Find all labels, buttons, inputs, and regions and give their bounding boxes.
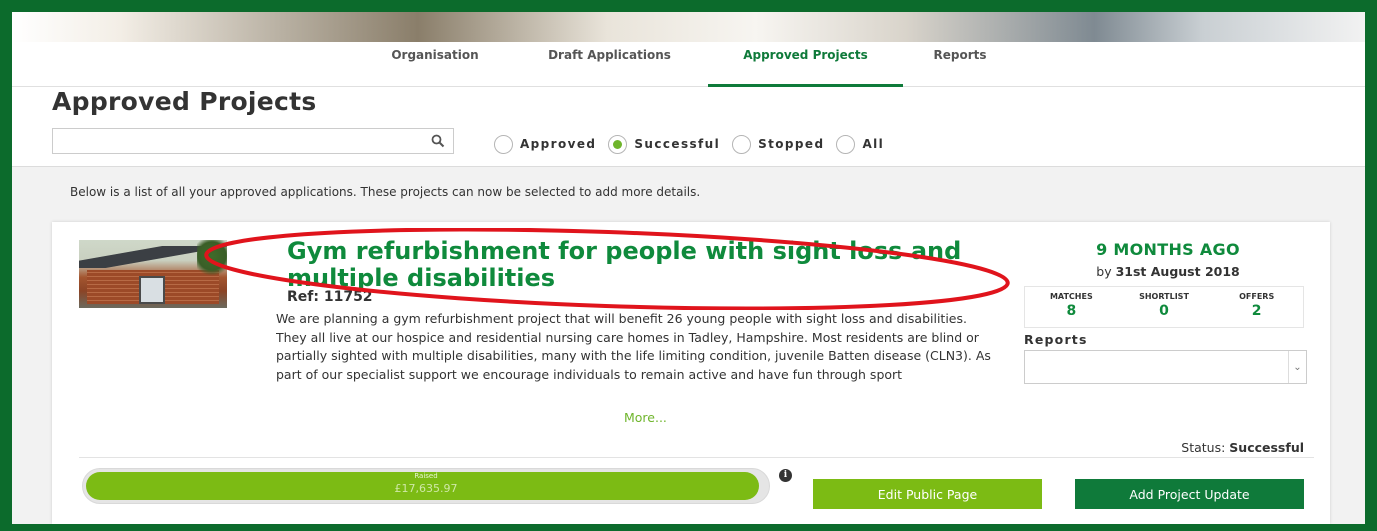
stat-label: MATCHES [1049, 292, 1093, 301]
deadline-date: 31st August 2018 [1115, 264, 1240, 279]
radio-circle[interactable] [494, 134, 513, 154]
raised-progress-bar: Raised £17,635.97 [82, 468, 770, 504]
stat-label: SHORTLIST [1139, 292, 1189, 301]
search-icon[interactable] [431, 134, 445, 148]
filter-approved[interactable]: Approved [494, 134, 597, 154]
tab-reports[interactable]: Reports [920, 42, 1000, 87]
filter-stopped[interactable]: Stopped [732, 134, 825, 154]
filter-label: Stopped [758, 137, 825, 151]
status-value: Successful [1229, 440, 1304, 455]
stats-box: MATCHES 8 SHORTLIST 0 OFFERS 2 [1024, 286, 1304, 328]
project-ref: Ref: 11752 [287, 289, 373, 305]
tab-draft-applications[interactable]: Draft Applications [532, 42, 687, 87]
deadline: by 31st August 2018 [1022, 264, 1314, 279]
app-window: Organisation Draft Applications Approved… [12, 12, 1365, 524]
time-ago: 9 MONTHS AGO [1096, 240, 1240, 259]
search-input[interactable] [52, 128, 454, 154]
tab-approved-projects[interactable]: Approved Projects [708, 42, 903, 87]
add-project-update-button[interactable]: Add Project Update [1075, 479, 1304, 509]
project-card: Gym refurbishment for people with sight … [52, 222, 1330, 524]
filter-all[interactable]: All [836, 134, 885, 154]
reports-label: Reports [1024, 332, 1088, 347]
stat-value: 2 [1251, 303, 1262, 319]
stat-offers[interactable]: OFFERS 2 [1210, 287, 1303, 327]
edit-public-page-button[interactable]: Edit Public Page [813, 479, 1042, 509]
tab-organisation[interactable]: Organisation [380, 42, 490, 87]
raised-amount: £17,635.97 [394, 482, 458, 495]
radio-circle[interactable] [732, 134, 752, 154]
stat-value: 8 [1066, 303, 1077, 319]
info-icon[interactable]: i [779, 469, 792, 482]
raised-label: Raised [414, 472, 438, 480]
filter-successful[interactable]: Successful [608, 134, 721, 154]
reports-select[interactable]: ⌄ [1024, 350, 1307, 384]
stat-matches[interactable]: MATCHES 8 [1025, 287, 1118, 327]
project-description: We are planning a gym refurbishment proj… [276, 311, 991, 382]
header-banner-image [12, 12, 1365, 42]
filter-label: All [862, 137, 885, 151]
stat-shortlist[interactable]: SHORTLIST 0 [1118, 287, 1211, 327]
deadline-prefix: by [1096, 264, 1112, 279]
status-filter: Approved Successful Stopped All [494, 134, 896, 154]
project-title[interactable]: Gym refurbishment for people with sight … [287, 238, 987, 292]
page-header: Approved Projects Approved Successful St… [12, 87, 1365, 167]
filter-label: Approved [520, 137, 597, 151]
status-label: Status: [1181, 440, 1226, 455]
intro-text: Below is a list of all your approved app… [70, 185, 701, 199]
chevron-down-icon[interactable]: ⌄ [1288, 351, 1306, 383]
radio-circle-checked[interactable] [608, 134, 628, 154]
filter-label: Successful [634, 137, 721, 151]
stat-label: OFFERS [1239, 292, 1275, 301]
more-link[interactable]: More... [624, 410, 667, 425]
project-status: Status: Successful [1022, 440, 1304, 455]
page-title: Approved Projects [52, 87, 317, 116]
main-nav: Organisation Draft Applications Approved… [12, 42, 1365, 87]
divider [79, 457, 1314, 458]
project-thumbnail[interactable] [79, 240, 227, 308]
radio-circle[interactable] [836, 134, 856, 154]
stat-value: 0 [1159, 303, 1169, 319]
